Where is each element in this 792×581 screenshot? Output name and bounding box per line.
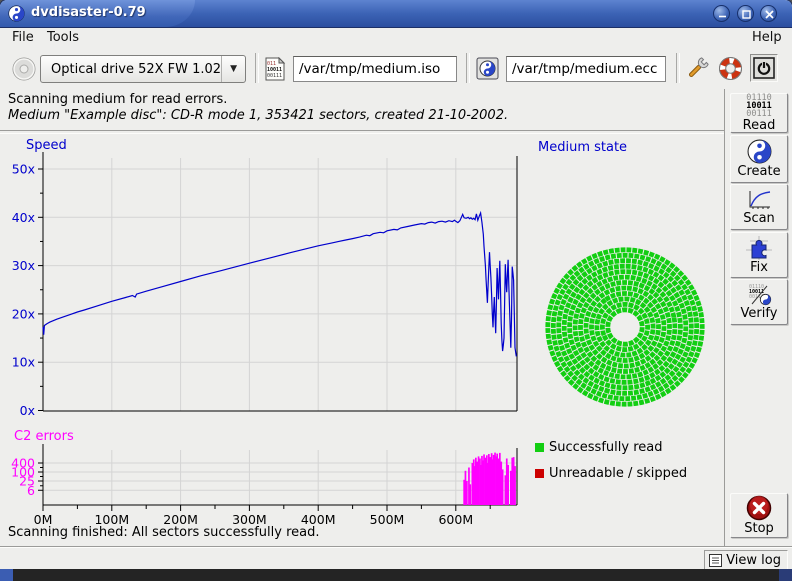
menu-help[interactable]: Help [752,30,782,45]
create-button[interactable]: Create [730,135,788,183]
read-button[interactable]: 01110 10011 00111 Read [730,93,788,133]
close-button[interactable] [760,5,777,22]
read-button-label: Read [743,118,776,133]
mini-chart-icon [746,189,772,211]
titlebar[interactable]: dvdisaster-0.79 [0,0,792,28]
legend-read-swatch [535,443,544,452]
toolbar-separator [466,53,470,83]
ecc-file-input[interactable] [506,56,666,82]
legend-unreadable-swatch [535,469,544,478]
view-log-button[interactable]: View log [704,550,788,571]
svg-text:500M: 500M [370,512,405,527]
view-log-label: View log [726,553,781,568]
svg-text:30x: 30x [12,258,35,273]
verify-button[interactable]: 01110 10011 00111 Verify [730,279,788,325]
binary-slash-yinyang-icon: 01110 10011 00111 [747,283,772,306]
scan-button[interactable]: Scan [730,184,788,230]
help-lifebuoy-icon[interactable] [717,55,744,82]
legend-unreadable: Unreadable / skipped [535,466,687,481]
main-content: Scanning medium for read errors. Medium … [0,89,724,547]
iso-file-input[interactable] [293,56,457,82]
iso-file-icon: 011 10011 00111 [264,57,286,81]
svg-text:600M: 600M [438,512,473,527]
window-title: dvdisaster-0.79 [31,5,146,20]
puzzle-icon [746,236,772,260]
create-button-label: Create [737,164,780,179]
verify-button-label: Verify [741,306,778,321]
stop-red-x-icon [746,495,772,521]
toolbar-separator [676,53,680,83]
quit-button[interactable] [750,54,778,82]
yin-yang-icon [747,139,772,164]
menubar: File Tools Help [0,28,792,47]
drive-select-value: Optical drive 52X FW 1.02 [41,62,221,77]
status-message: Scanning finished: All sectors successfu… [8,525,320,540]
app-window: dvdisaster-0.79 File Tools Help Optical … [0,0,792,581]
menu-file[interactable]: File [12,30,34,45]
svg-text:20x: 20x [12,306,35,321]
binary-rows-icon: 01110 10011 00111 [746,94,772,118]
legend-read-label: Successfully read [549,440,662,455]
footer-bar: View log [0,547,792,570]
minimize-button[interactable] [713,5,730,22]
toolbar-separator [255,53,259,83]
menu-tools[interactable]: Tools [47,30,79,45]
app-yin-yang-icon [8,5,25,22]
list-icon [708,553,723,568]
svg-text:00111: 00111 [267,73,282,79]
power-icon [751,55,777,81]
legend-unreadable-label: Unreadable / skipped [549,466,687,481]
legend-read: Successfully read [535,440,662,455]
resize-corner-left[interactable] [0,569,13,581]
stop-button-label: Stop [744,521,774,536]
stop-button[interactable]: Stop [730,493,788,538]
action-sidebar: 01110 10011 00111 Read Create Scan [724,89,792,547]
fix-button-label: Fix [750,260,768,275]
drive-select[interactable]: Optical drive 52X FW 1.02 ▼ [40,55,246,83]
window-bottom-border [0,569,792,581]
resize-corner-right[interactable] [779,569,792,581]
cd-disc-icon [11,56,37,82]
preferences-wrench-icon[interactable] [684,55,711,82]
svg-text:0x: 0x [20,403,35,418]
svg-text:50x: 50x [12,162,35,177]
svg-text:10x: 10x [12,355,35,370]
fix-button[interactable]: Fix [730,232,788,278]
svg-text:40x: 40x [12,210,35,225]
scan-button-label: Scan [743,211,775,226]
maximize-button[interactable] [737,5,754,22]
svg-text:400: 400 [11,456,35,471]
chevron-down-icon: ▼ [221,56,245,82]
toolbar: Optical drive 52X FW 1.02 ▼ 011 10011 00… [0,47,792,90]
ecc-file-icon [476,57,499,80]
